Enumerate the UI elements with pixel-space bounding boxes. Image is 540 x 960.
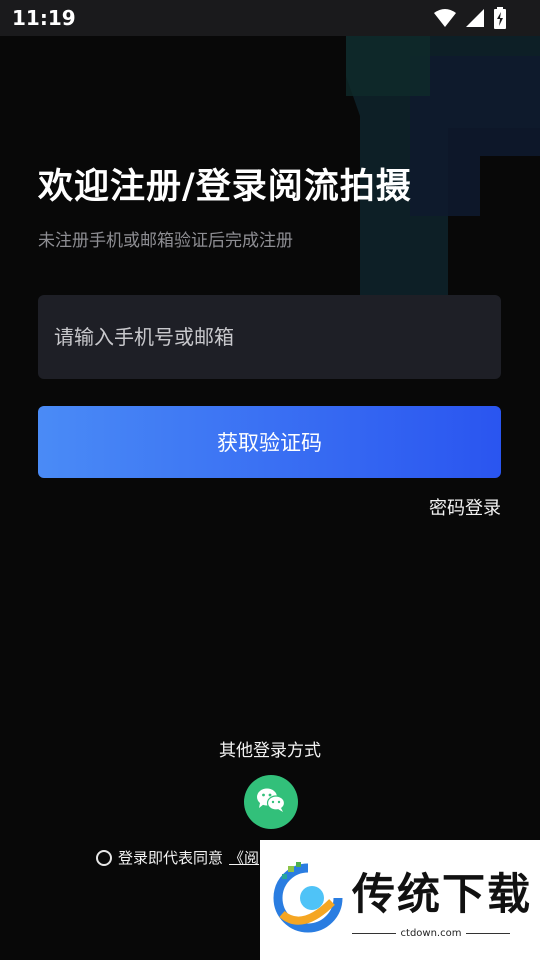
page-title: 欢迎注册/登录阅流拍摄 [38,167,412,207]
wechat-login-button[interactable] [244,775,298,829]
agreement-text: 登录即代表同意 [118,849,224,867]
watermark-overlay: 传统下载 ctdown.com [260,840,540,960]
watermark-divider-right [466,932,510,934]
status-icons [434,7,506,29]
agreement-radio[interactable] [96,849,112,866]
wifi-icon [434,9,456,27]
watermark-divider-left [352,932,396,934]
account-input[interactable] [38,295,501,379]
other-login-title: 其他登录方式 [219,741,321,761]
watermark-brand: 传统下载 [352,870,532,920]
watermark-logo-icon [273,862,343,933]
agreement-row: 登录即代表同意 《阅 [96,847,259,868]
password-login-link[interactable]: 密码登录 [429,494,501,520]
account-input-container [38,295,501,379]
watermark-url-row: ctdown.com [352,926,510,940]
status-time: 11:19 [12,6,76,30]
status-bar: 11:19 [0,0,540,36]
battery-charging-icon [494,7,506,29]
wechat-icon [256,787,286,817]
watermark-url: ctdown.com [400,927,462,939]
agreement-link[interactable]: 《阅 [229,847,259,868]
page-subtitle: 未注册手机或邮箱验证后完成注册 [38,231,293,251]
get-code-button[interactable]: 获取验证码 [38,406,501,478]
signal-icon [466,9,484,27]
